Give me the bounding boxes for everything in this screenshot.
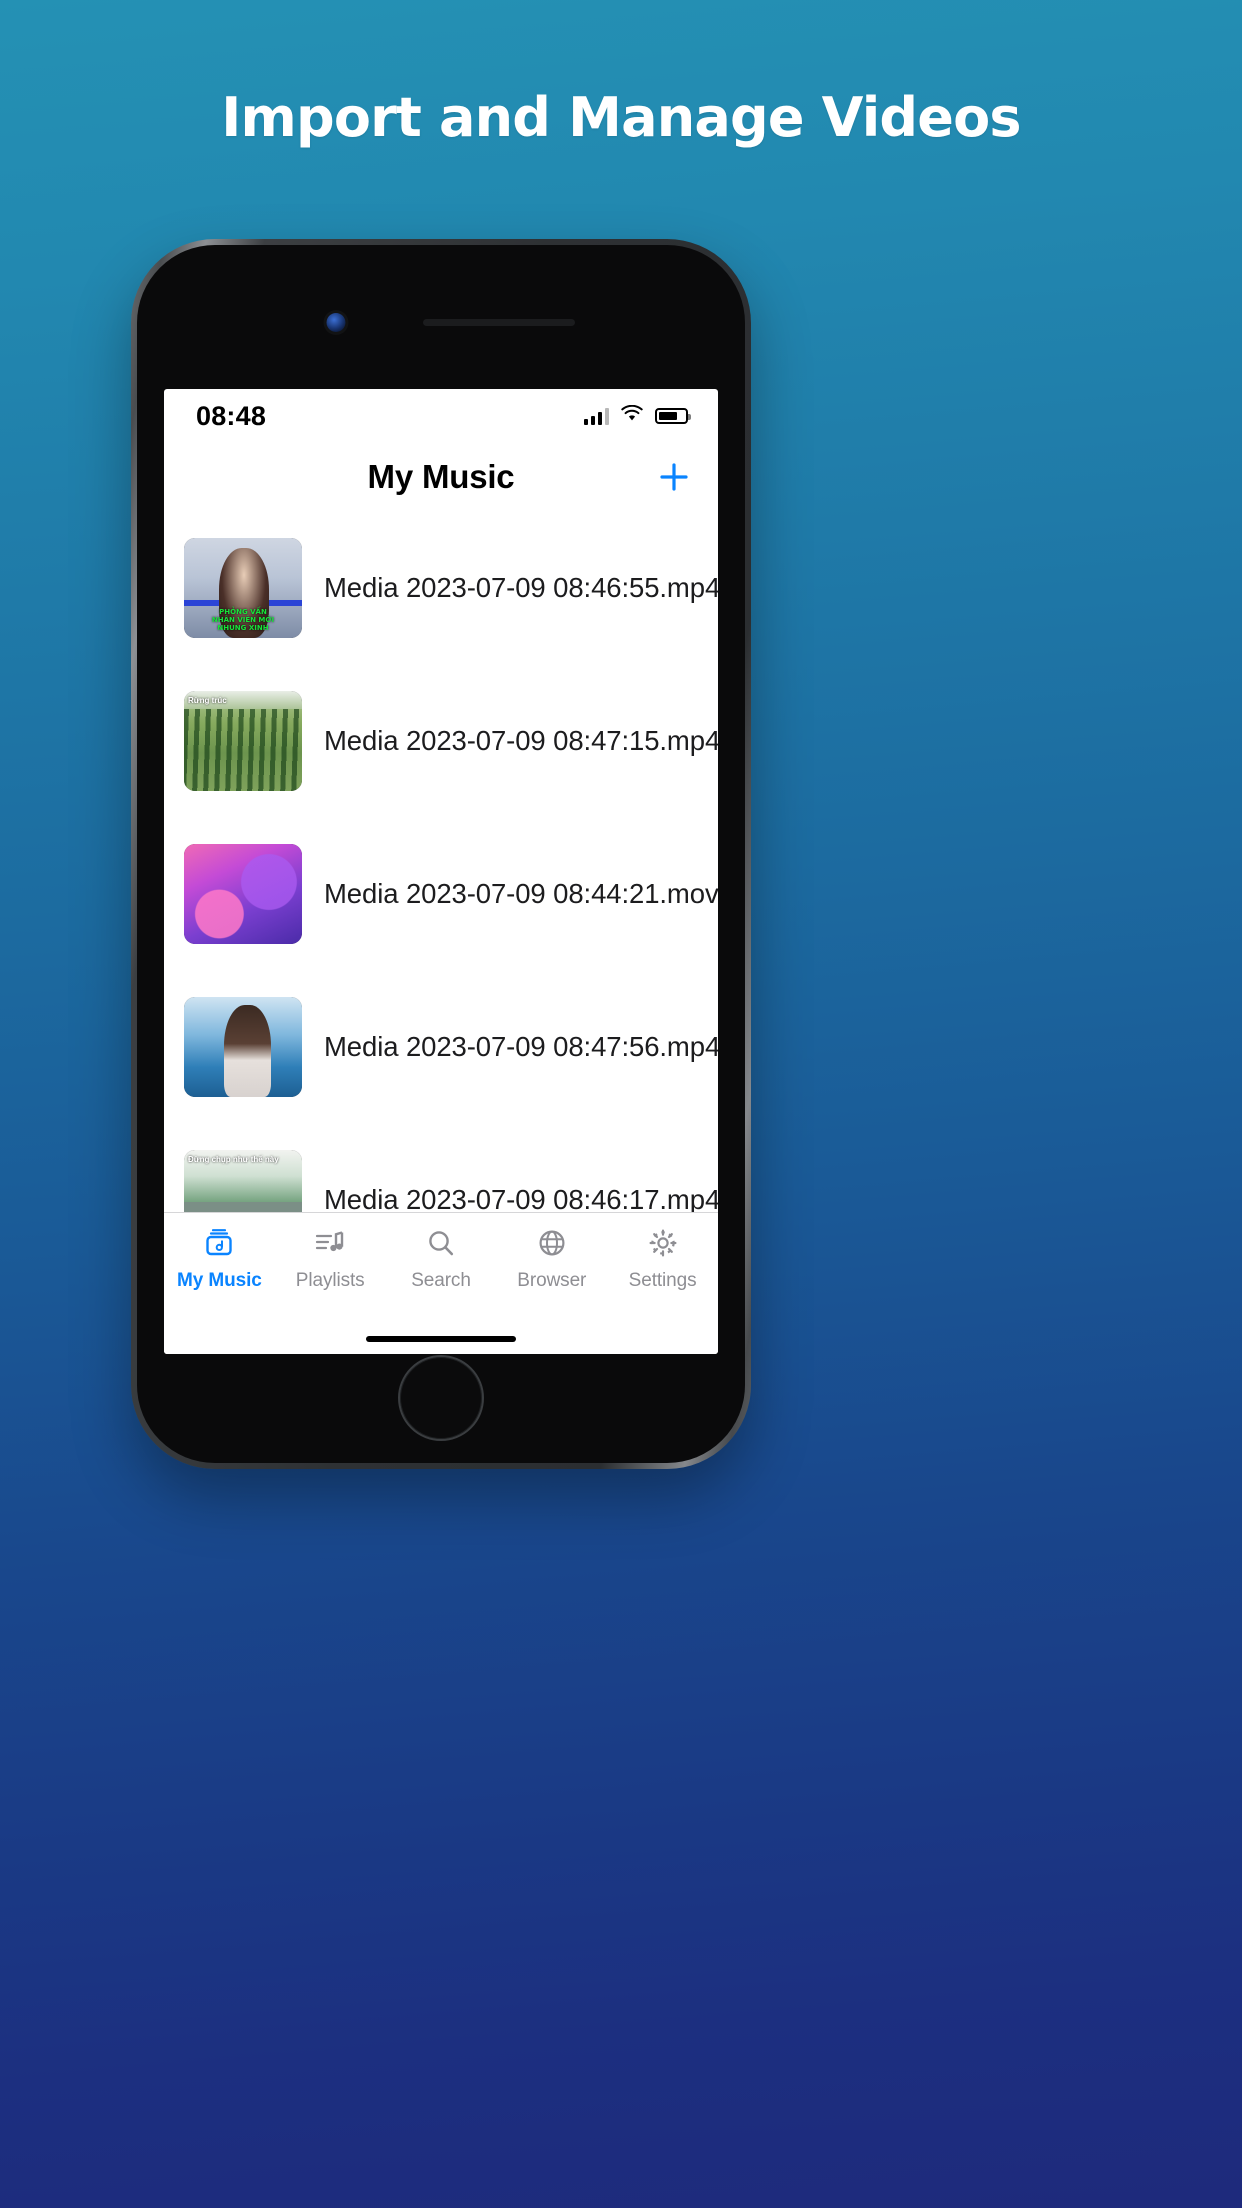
navbar-title: My Music — [367, 458, 515, 495]
phone-device-frame: 08:48 My Music PHỎNG VẤN NHÂN VIÊN MỚI N… — [131, 239, 751, 1469]
add-media-button[interactable] — [652, 455, 696, 499]
home-indicator — [164, 1324, 718, 1354]
status-bar: 08:48 — [164, 389, 718, 443]
tab-bar: My Music Playlists Search Browser Settin… — [164, 1212, 718, 1324]
media-filename: Media 2023-07-09 08:47:56.mp4 — [324, 1030, 718, 1062]
thumbnail-caption: PHỎNG VẤN NHÂN VIÊN MỚI NHUNG XINH — [211, 607, 275, 633]
cellular-bars-icon — [583, 407, 609, 425]
thumbnail-caption: Rừng trúc — [188, 695, 227, 705]
video-thumbnail-bamboo-forest[interactable]: Rừng trúc — [184, 690, 302, 791]
tab-playlists[interactable]: Playlists — [275, 1225, 386, 1292]
earpiece-speaker — [423, 319, 575, 326]
tab-my-music[interactable]: My Music — [164, 1225, 275, 1292]
tab-settings[interactable]: Settings — [607, 1225, 718, 1292]
tab-label: Search — [411, 1270, 471, 1291]
page-title: Import and Manage Videos — [221, 86, 1021, 149]
thumbnail-caption: Đừng chụp như thế này — [188, 1154, 279, 1164]
music-library-icon — [202, 1225, 236, 1263]
home-button[interactable] — [398, 1355, 484, 1441]
front-camera-icon — [326, 313, 346, 332]
phone-bezel: 08:48 My Music PHỎNG VẤN NHÂN VIÊN MỚI N… — [137, 245, 745, 1463]
tab-browser[interactable]: Browser — [496, 1225, 607, 1292]
app-screen: 08:48 My Music PHỎNG VẤN NHÂN VIÊN MỚI N… — [164, 389, 718, 1354]
table-row[interactable]: Media 2023-07-09 08:44:21.mov — [164, 817, 718, 970]
table-row[interactable]: Media 2023-07-09 08:47:56.mp4 — [164, 970, 718, 1123]
battery-icon — [655, 408, 691, 424]
status-icons — [583, 404, 691, 427]
table-row[interactable]: PHỎNG VẤN NHÂN VIÊN MỚI NHUNG XINH Media 2… — [164, 511, 718, 664]
table-row[interactable]: Đừng chụp như thế này Media 2023-07-09 0… — [164, 1123, 718, 1212]
tab-label: Playlists — [295, 1270, 365, 1291]
wifi-icon — [620, 404, 644, 427]
video-thumbnail-interview[interactable]: PHỎNG VẤN NHÂN VIÊN MỚI NHUNG XINH — [184, 537, 302, 638]
media-list[interactable]: PHỎNG VẤN NHÂN VIÊN MỚI NHUNG XINH Media 2… — [164, 511, 718, 1212]
video-thumbnail-woman-sea[interactable] — [184, 996, 302, 1097]
navigation-bar: My Music — [164, 443, 718, 511]
playlist-note-icon — [313, 1225, 347, 1263]
media-filename: Media 2023-07-09 08:47:15.mp4 — [324, 724, 718, 756]
media-filename: Media 2023-07-09 08:44:21.mov — [324, 877, 718, 909]
globe-icon — [535, 1225, 569, 1263]
gear-icon — [646, 1225, 680, 1263]
tab-search[interactable]: Search — [386, 1225, 497, 1292]
video-thumbnail-lakeside[interactable]: Đừng chụp như thế này — [184, 1149, 302, 1212]
tab-label: Settings — [628, 1270, 697, 1291]
tab-label: Browser — [517, 1270, 587, 1291]
status-time: 08:48 — [196, 400, 267, 431]
tab-label: My Music — [177, 1270, 262, 1291]
media-filename: Media 2023-07-09 08:46:17.mp4 — [324, 1183, 718, 1213]
video-thumbnail-purple-abstract[interactable] — [184, 843, 302, 944]
media-filename: Media 2023-07-09 08:46:55.mp4 — [324, 571, 718, 603]
search-icon — [424, 1225, 458, 1263]
table-row[interactable]: Rừng trúc Media 2023-07-09 08:47:15.mp4 — [164, 664, 718, 817]
